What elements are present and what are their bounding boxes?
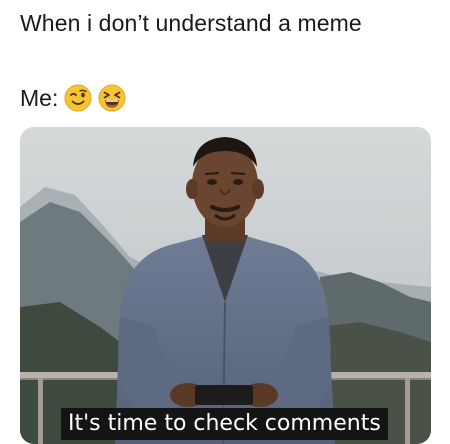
meme-scene	[20, 127, 431, 444]
me-line: Me:	[20, 84, 126, 112]
winking-face-icon	[64, 84, 92, 112]
meme-image: It's time to check comments	[20, 127, 431, 444]
me-label: Me:	[20, 84, 59, 111]
meme-subtitle: It's time to check comments	[61, 408, 388, 440]
post-caption: When i don’t understand a meme	[20, 10, 362, 36]
squinting-face-icon	[98, 84, 126, 112]
